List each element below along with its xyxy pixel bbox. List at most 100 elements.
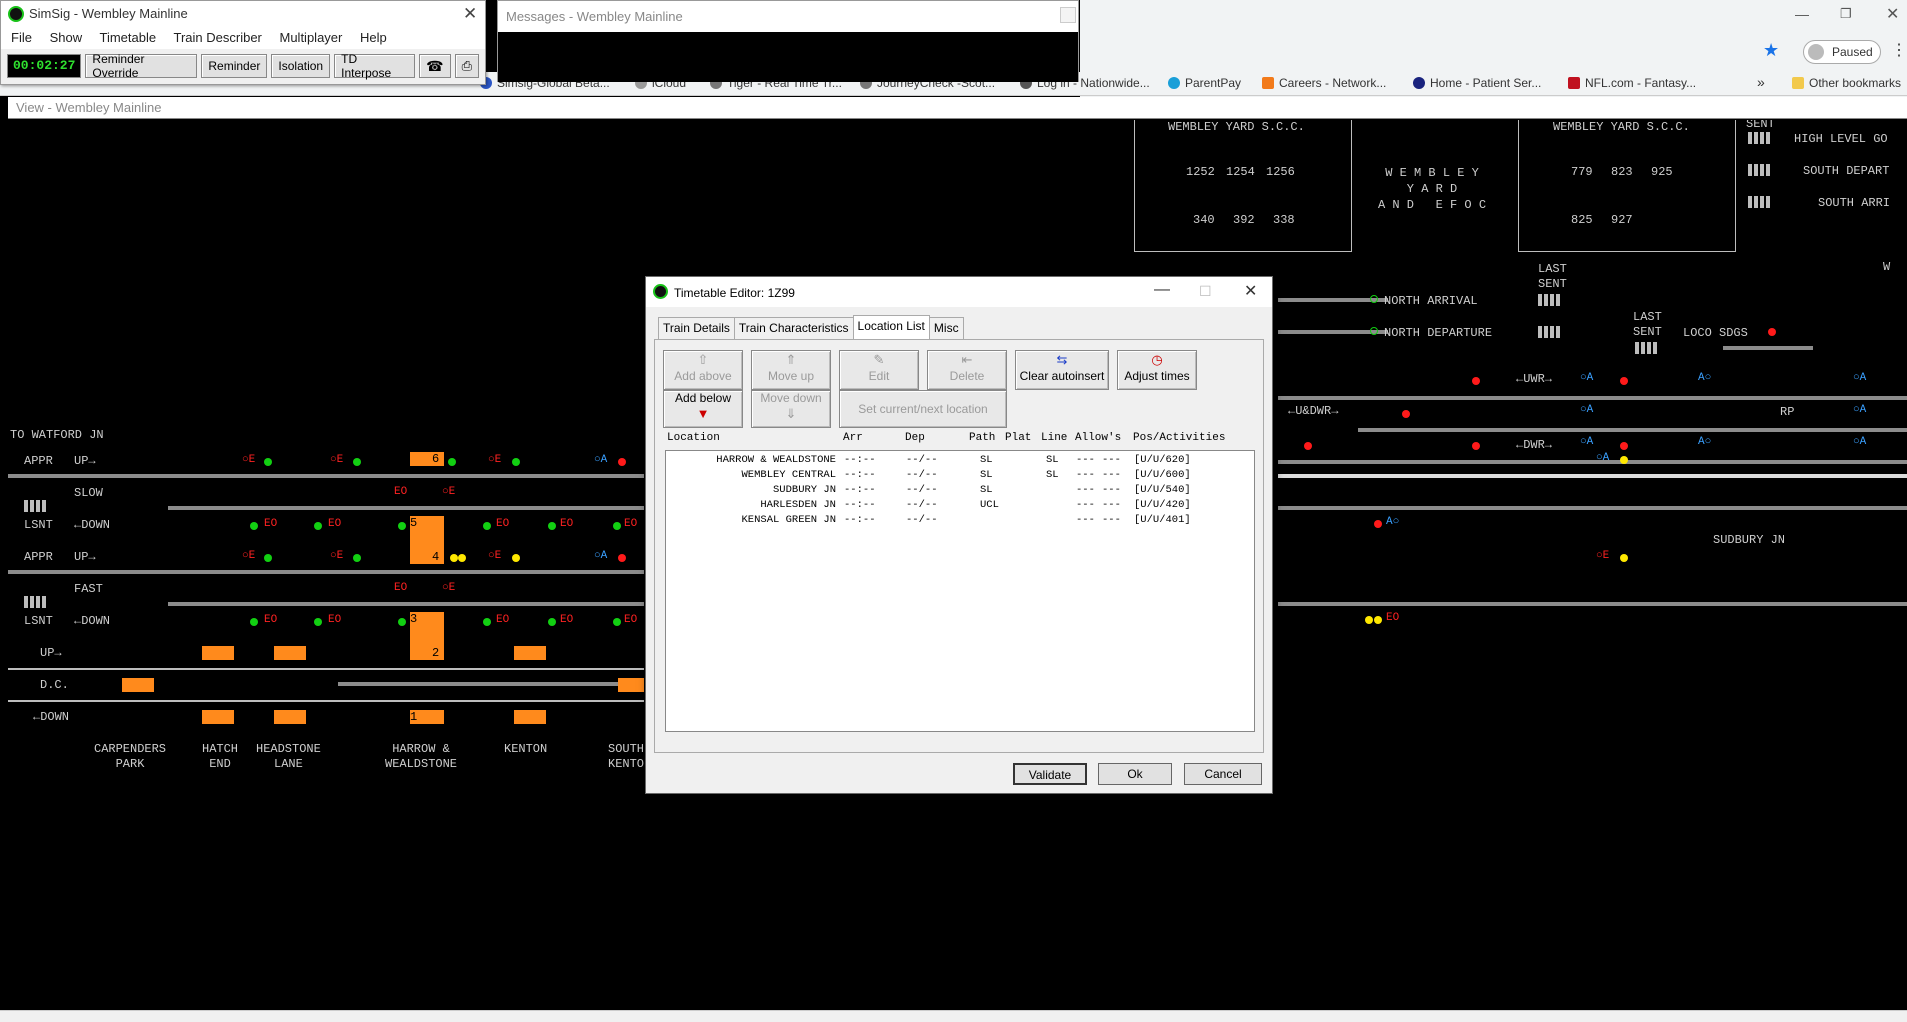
signal-aspect[interactable] [450,554,458,562]
location-list[interactable]: HARROW & WEALDSTONE --:-- --/-- SL SL --- --- [… [665,450,1255,732]
star-icon[interactable]: ★ [1763,40,1779,61]
bookmark-careers[interactable]: Careers - Network... [1262,76,1386,90]
tab-location-list[interactable]: Location List [852,315,930,339]
bookmarks-more[interactable]: » [1757,74,1765,90]
cancel-button[interactable]: Cancel [1184,763,1262,785]
validate-button[interactable]: Validate [1013,763,1087,785]
signal-aspect[interactable] [1370,295,1378,303]
menu-timetable[interactable]: Timetable [100,30,157,45]
signal-aspect[interactable] [353,458,361,466]
printer-icon[interactable]: ⎙ [454,54,479,78]
auto-indicator: ○A [1853,404,1867,416]
signal-aspect[interactable] [613,522,621,530]
isolation-button[interactable]: Isolation [271,54,331,78]
signal-aspect[interactable] [512,554,520,562]
menu-show[interactable]: Show [50,30,83,45]
arrow-up-icon: ⇧ [697,352,709,367]
restore-icon[interactable]: ❐ [1840,6,1852,22]
bookmark-nfl[interactable]: NFL.com - Fantasy... [1568,76,1696,90]
cell-location: HARLESDEN JN [760,499,836,511]
signal-aspect[interactable] [1370,327,1378,335]
paused-button[interactable]: Paused [1803,40,1881,64]
dwr-label: ←DWR→ [1516,438,1553,452]
table-row[interactable]: KENSAL GREEN JN --:-- --/-- --- --- [U/U/401] [666,514,1254,528]
signal-aspect[interactable] [483,522,491,530]
ok-button[interactable]: Ok [1098,763,1172,785]
add-below-button[interactable]: Add below ▼ [663,390,743,428]
signal-aspect[interactable] [618,554,626,562]
menu-help[interactable]: Help [360,30,387,45]
table-row[interactable]: HARLESDEN JN --:-- --/-- UCL --- --- [U/U/420] [666,499,1254,513]
close-icon[interactable] [1060,7,1076,23]
platform-1: 1 [410,710,444,724]
yard2-number: 779 [1571,165,1593,179]
signal-aspect[interactable] [1365,616,1373,624]
yard2-number: 927 [1611,213,1633,227]
signal-aspect[interactable] [314,522,322,530]
td-interpose-button[interactable]: TD Interpose [334,52,416,80]
phone-icon[interactable]: ☎ [419,54,451,78]
adjust-times-button[interactable]: ◷ Adjust times [1117,350,1197,390]
clear-autoinsert-button[interactable]: ⇆ Clear autoinsert [1015,350,1109,390]
table-row[interactable]: SUDBURY JN --:-- --/-- SL --- --- [U/U/540] [666,484,1254,498]
signal-aspect[interactable] [1620,456,1628,464]
cell-arr: --:-- [844,484,876,496]
close-icon[interactable]: ✕ [1244,281,1257,301]
signal-aspect[interactable] [483,618,491,626]
track [1278,506,1907,510]
minimize-icon[interactable]: — [1795,6,1809,22]
bookmark-patient[interactable]: Home - Patient Ser... [1413,76,1541,90]
signal-aspect[interactable] [458,554,466,562]
signal-aspect[interactable] [314,618,322,626]
horizontal-scrollbar[interactable] [0,1010,1907,1022]
signal-aspect[interactable] [1620,377,1628,385]
wembley-yard-box-1 [1134,120,1352,252]
signal-aspect[interactable] [398,618,406,626]
signal-aspect[interactable] [1472,377,1480,385]
tab-train-characteristics[interactable]: Train Characteristics [733,317,854,339]
sim-clock[interactable]: 00:02:27 [7,54,82,78]
signal-aspect[interactable] [1402,410,1410,418]
bookmark-parentpay[interactable]: ParentPay [1168,76,1241,90]
signal-aspect[interactable] [548,618,556,626]
south-depart-label: SOUTH DEPART [1803,164,1890,178]
reminder-button[interactable]: Reminder [201,54,268,78]
minimize-icon[interactable]: — [1154,281,1170,299]
signal-aspect[interactable] [250,522,258,530]
signal-aspect[interactable] [512,458,520,466]
signal-aspect[interactable] [264,554,272,562]
close-icon[interactable]: ✕ [1886,4,1899,24]
signal-aspect[interactable] [1374,616,1382,624]
up-dc-label: UP→ [40,646,62,660]
signal-aspect[interactable] [1374,520,1382,528]
signal-aspect[interactable] [448,458,456,466]
table-row[interactable]: HARROW & WEALDSTONE --:-- --/-- SL SL --- --- [… [666,454,1254,468]
menu-file[interactable]: File [11,30,32,45]
tab-misc[interactable]: Misc [928,317,964,339]
button-label: Clear autoinsert [1019,369,1105,383]
signal-aspect[interactable] [1768,328,1776,336]
eo-indicator: EO [624,614,638,626]
signal-aspect[interactable] [353,554,361,562]
platform-number: 2 [432,646,440,660]
signal-aspect[interactable] [618,458,626,466]
signal-aspect[interactable] [613,618,621,626]
signal-aspect[interactable] [1472,442,1480,450]
signal-aspect[interactable] [250,618,258,626]
close-icon[interactable]: ✕ [463,4,477,24]
signal-aspect[interactable] [1620,554,1628,562]
table-row[interactable]: WEMBLEY CENTRAL --:-- --/-- SL SL --- --- [U/U/… [666,469,1254,483]
menu-icon[interactable]: ⋮ [1891,40,1907,60]
eo-indicator: ○E [442,486,456,498]
tab-train-details[interactable]: Train Details [658,317,735,339]
reminder-override-button[interactable]: Reminder Override [85,52,198,80]
menu-multiplayer[interactable]: Multiplayer [280,30,343,45]
other-bookmarks[interactable]: Other bookmarks [1792,76,1901,90]
signal-aspect[interactable] [1620,442,1628,450]
signal-aspect[interactable] [548,522,556,530]
signal-aspect[interactable] [1304,442,1312,450]
signal-aspect[interactable] [398,522,406,530]
menu-train-describer[interactable]: Train Describer [174,30,262,45]
messages-list[interactable] [498,32,1078,82]
signal-aspect[interactable] [264,458,272,466]
